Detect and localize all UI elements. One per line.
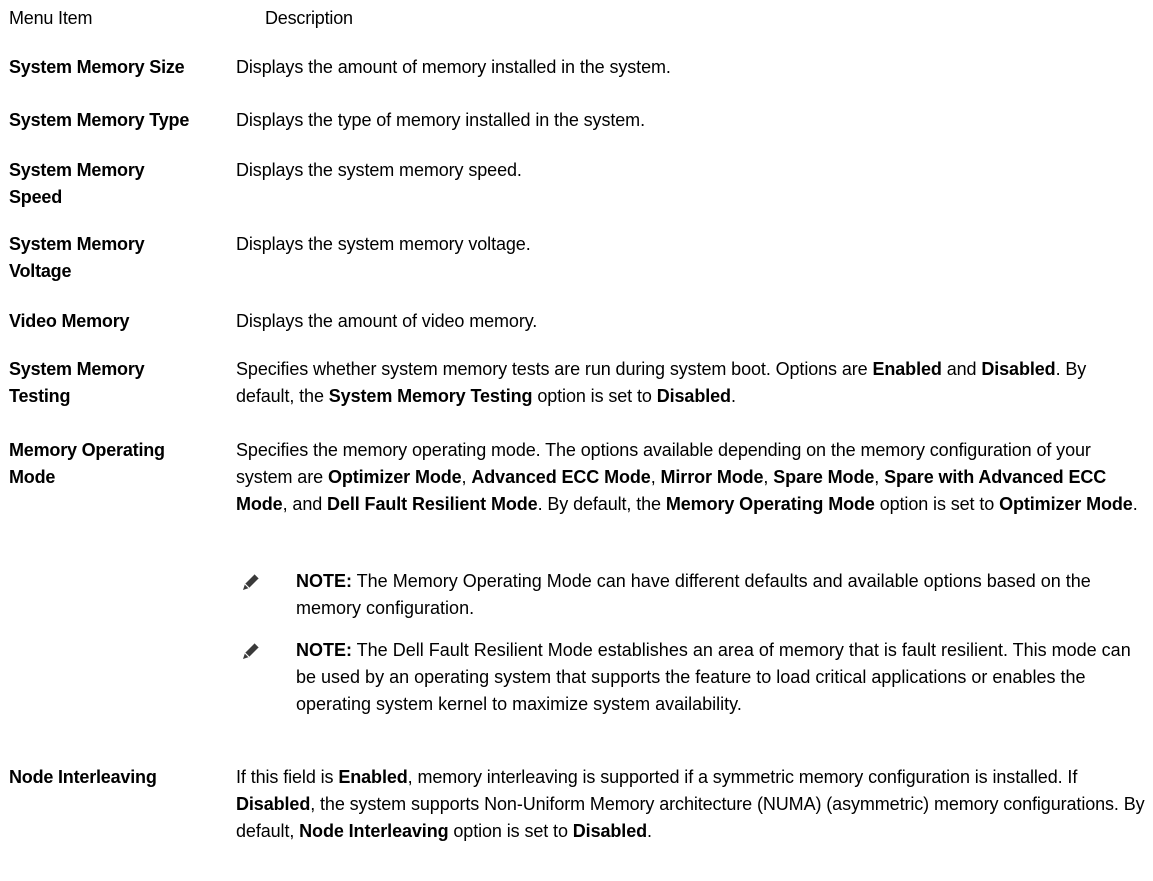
bold-term: Enabled [338,767,408,787]
note-body: The Dell Fault Resilient Mode establishe… [296,640,1131,714]
note-pencil-icon [243,573,260,590]
column-header-description: Description [265,8,353,28]
menu-item-label: Video Memory [9,311,130,331]
bold-term: System Memory Testing [328,386,533,406]
menu-item-description: Specifies the memory operating mode. The… [236,437,1146,518]
menu-item-description: Displays the type of memory installed in… [236,110,645,130]
column-header-menu-item: Menu Item [9,8,93,28]
bold-term: Enabled [872,359,942,379]
menu-item-label: System Memory Testing [9,359,145,406]
menu-item-label: System Memory Type [9,110,190,130]
menu-item-description: If this field is Enabled, memory interle… [236,764,1146,845]
note-text: NOTE: The Memory Operating Mode can have… [296,568,1146,622]
note-body: The Memory Operating Mode can have diffe… [296,571,1091,618]
bold-term: Node Interleaving [299,821,449,841]
bold-term: Disabled [236,794,311,814]
text-run: , and [282,494,328,514]
text-run: . [730,386,736,406]
bold-term: Disabled [981,359,1056,379]
menu-item-label: System Memory Speed [9,160,145,207]
note-pencil-icon [243,642,260,659]
note-label: NOTE: [296,571,352,591]
bold-term: Spare Mode [773,467,875,487]
text-run: , [763,467,774,487]
text-run: , [650,467,661,487]
text-run: . [1132,494,1138,514]
text-run: option is set to [532,386,657,406]
text-run: Specifies whether system memory tests ar… [236,359,873,379]
menu-item-description: Specifies whether system memory tests ar… [236,356,1146,410]
menu-item-label: Memory Operating Mode [9,440,165,487]
settings-table: Menu Item Description System Memory Size… [0,0,1153,881]
bold-term: Memory Operating Mode [665,494,875,514]
bold-term: Disabled [656,386,731,406]
text-run: If this field is [236,767,339,787]
bold-term: Optimizer Mode [999,494,1133,514]
text-run: and [941,359,982,379]
text-run: . [647,821,652,841]
bold-term: Disabled [572,821,648,841]
note-text: NOTE: The Dell Fault Resilient Mode esta… [296,637,1146,718]
menu-item-label: System Memory Size [9,57,185,77]
menu-item-label: Node Interleaving [9,767,157,787]
text-run: option is set to [874,494,1000,514]
text-run: , memory interleaving is supported if a … [407,767,1078,787]
menu-item-description: Displays the amount of video memory. [236,311,538,331]
text-run: . By default, the [537,494,666,514]
text-run: , [461,467,472,487]
menu-item-description: Displays the system memory voltage. [236,234,531,254]
menu-item-description: Displays the system memory speed. [236,160,522,180]
text-run: , [874,467,885,487]
bold-term: Mirror Mode [660,467,764,487]
menu-item-label: System Memory Voltage [9,234,145,281]
bold-term: Optimizer Mode [327,467,462,487]
menu-item-description: Displays the amount of memory installed … [236,57,671,77]
bold-term: Dell Fault Resilient Mode [327,494,538,514]
note-label: NOTE: [296,640,352,660]
text-run: option is set to [448,821,573,841]
bold-term: Advanced ECC Mode [471,467,651,487]
